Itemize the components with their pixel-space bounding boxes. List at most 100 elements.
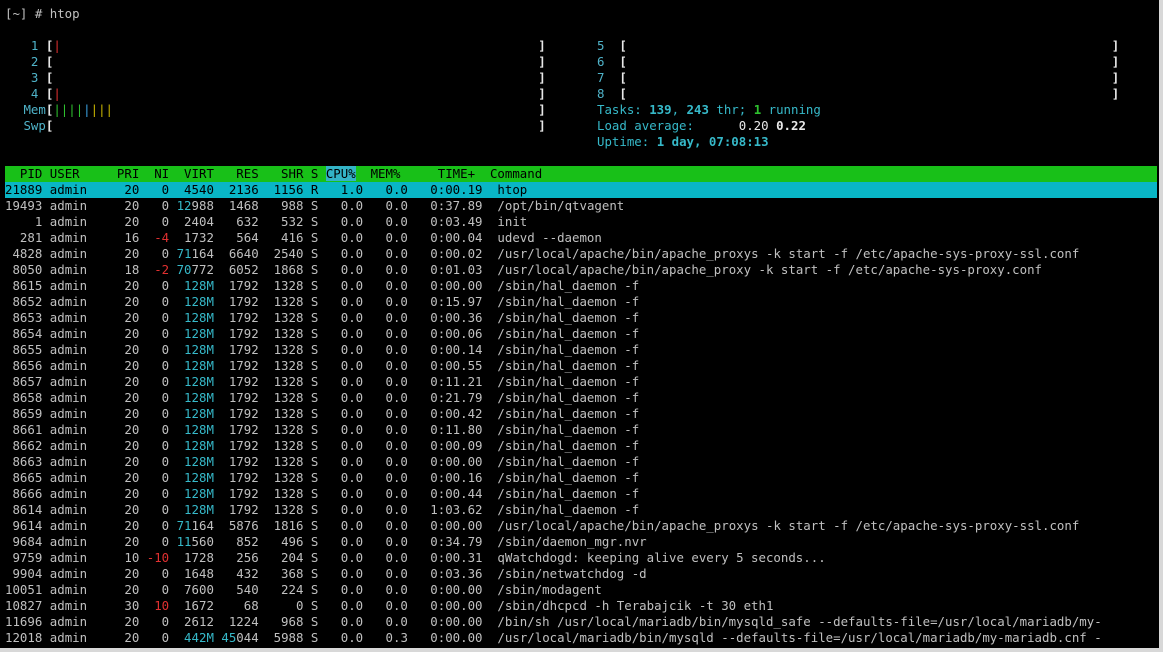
process-row[interactable]: 8657 admin 20 0 128M 1792 1328 S 0.0 0.0…	[5, 374, 1157, 390]
cell-command: /usr/local/mariadb/bin/mysqld --defaults…	[482, 630, 1102, 645]
cell-pri: 20	[109, 294, 140, 309]
cell-virt: 128M	[169, 294, 214, 309]
cell-virt: 128M	[169, 310, 214, 325]
virt-units: 988	[191, 198, 214, 213]
process-row[interactable]: 21889 admin 20 0 4540 2136 1156 R 1.0 0.…	[5, 182, 1157, 198]
process-row[interactable]: 8663 admin 20 0 128M 1792 1328 S 0.0 0.0…	[5, 454, 1157, 470]
process-row[interactable]: 8652 admin 20 0 128M 1792 1328 S 0.0 0.0…	[5, 294, 1157, 310]
column-time[interactable]: TIME+	[400, 166, 475, 181]
cell-cpu: 0.0	[318, 246, 364, 261]
cell-mem: 0.0	[363, 294, 408, 309]
cell-ni: 0	[139, 486, 170, 501]
terminal-window[interactable]: [~] # htop 1 [| ] 2 [ ] 3 [] 4 [|] 5 […	[0, 0, 1163, 652]
process-row[interactable]: 8659 admin 20 0 128M 1792 1328 S 0.0 0.0…	[5, 406, 1157, 422]
process-table-header[interactable]: PID USER PRI NI VIRT RES SHR S CPU% MEM%…	[5, 166, 1157, 182]
meter-bar: |	[53, 38, 61, 53]
process-row[interactable]: 9614 admin 20 0 71164 5876 1816 S 0.0 0.…	[5, 518, 1157, 534]
cell-cpu: 0.0	[318, 486, 364, 501]
process-row[interactable]: 8653 admin 20 0 128M 1792 1328 S 0.0 0.0…	[5, 310, 1157, 326]
column-pid[interactable]: PID	[5, 166, 42, 181]
process-row[interactable]: 8654 admin 20 0 128M 1792 1328 S 0.0 0.0…	[5, 326, 1157, 342]
info-text: 243	[686, 102, 709, 117]
cell-res: 45044	[214, 630, 258, 645]
cell-command: htop	[482, 182, 528, 197]
column-cpu[interactable]: CPU%	[325, 166, 356, 181]
cell-command: /sbin/hal_daemon -f	[482, 470, 640, 485]
process-row[interactable]: 12018 admin 20 0 442M 45044 5988 S 0.0 0…	[5, 630, 1157, 646]
cell-shr: 368	[258, 566, 304, 581]
cell-mem: 0.0	[363, 214, 408, 229]
cell-user: admin	[42, 422, 110, 437]
info-text: Load average:	[597, 118, 702, 133]
cell-ni: -10	[139, 550, 170, 565]
column-s[interactable]: S	[303, 166, 318, 181]
cell-user: admin	[42, 566, 110, 581]
process-row[interactable]: 10051 admin 20 0 7600 540 224 S 0.0 0.0 …	[5, 582, 1157, 598]
res-value: 852	[213, 534, 259, 549]
cpu-meter-8: 8 [ ]	[597, 86, 1119, 102]
cell-pid: 19493	[5, 198, 43, 213]
cell-state: S	[303, 598, 319, 613]
column-ni[interactable]: NI	[139, 166, 169, 181]
cell-mem: 0.0	[363, 406, 408, 421]
column-user[interactable]: USER	[42, 166, 109, 181]
process-row[interactable]: 8614 admin 20 0 128M 1792 1328 S 0.0 0.0…	[5, 502, 1157, 518]
meter-close-bracket: ]	[1111, 86, 1120, 101]
cell-cpu: 0.0	[318, 630, 364, 645]
process-row[interactable]: 10827 admin 30 10 1672 68 0 S 0.0 0.0 0:…	[5, 598, 1157, 614]
cell-ni: 0	[139, 518, 170, 533]
process-row[interactable]: 1 admin 20 0 2404 632 532 S 0.0 0.0 0:03…	[5, 214, 1157, 230]
cell-shr: 1328	[258, 278, 304, 293]
cell-command: udevd --daemon	[482, 230, 602, 245]
meter-close-bracket: ]	[538, 54, 546, 69]
process-row[interactable]: 281 admin 16 -4 1732 564 416 S 0.0 0.0 0…	[5, 230, 1157, 246]
process-row[interactable]: 19493 admin 20 0 12988 1468 988 S 0.0 0.…	[5, 198, 1157, 214]
cell-mem: 0.0	[363, 438, 408, 453]
cell-cpu: 0.0	[318, 518, 364, 533]
column-res[interactable]: RES	[214, 166, 258, 181]
column-pri[interactable]: PRI	[109, 166, 139, 181]
process-row[interactable]: 9904 admin 20 0 1648 432 368 S 0.0 0.0 0…	[5, 566, 1157, 582]
res-value: 6052	[213, 262, 259, 277]
cell-ni: 0	[139, 278, 170, 293]
cell-res: 6640	[214, 246, 259, 261]
cell-shr: 1328	[258, 406, 304, 421]
cell-cpu: 0.0	[318, 502, 364, 517]
cell-pri: 20	[109, 198, 140, 213]
cell-pid: 8050	[5, 262, 43, 277]
cell-command: init	[482, 214, 528, 229]
cell-state: S	[303, 278, 319, 293]
meter-fill	[53, 118, 538, 133]
cell-res: 1792	[214, 422, 259, 437]
cell-res: 1792	[214, 358, 259, 373]
cell-cpu: 0.0	[318, 406, 364, 421]
cell-shr: 1868	[258, 262, 304, 277]
cell-res: 1792	[214, 326, 259, 341]
column-shr[interactable]: SHR	[259, 166, 303, 181]
virt-units: 164	[191, 246, 214, 261]
column-mem[interactable]: MEM%	[356, 166, 401, 181]
process-row[interactable]: 8656 admin 20 0 128M 1792 1328 S 0.0 0.0…	[5, 358, 1157, 374]
process-row[interactable]: 8658 admin 20 0 128M 1792 1328 S 0.0 0.0…	[5, 390, 1157, 406]
virt-value: 442M	[169, 630, 214, 645]
cell-user: admin	[42, 278, 110, 293]
cell-pri: 20	[109, 406, 140, 421]
process-row[interactable]: 9759 admin 10 -10 1728 256 204 S 0.0 0.0…	[5, 550, 1157, 566]
process-row[interactable]: 8050 admin 18 -2 70772 6052 1868 S 0.0 0…	[5, 262, 1157, 278]
process-row[interactable]: 8615 admin 20 0 128M 1792 1328 S 0.0 0.0…	[5, 278, 1157, 294]
process-row[interactable]: 8662 admin 20 0 128M 1792 1328 S 0.0 0.0…	[5, 438, 1157, 454]
column-command[interactable]: Command	[475, 166, 542, 181]
process-row[interactable]: 8666 admin 20 0 128M 1792 1328 S 0.0 0.0…	[5, 486, 1157, 502]
process-row[interactable]: 8655 admin 20 0 128M 1792 1328 S 0.0 0.0…	[5, 342, 1157, 358]
process-row[interactable]: 8665 admin 20 0 128M 1792 1328 S 0.0 0.0…	[5, 470, 1157, 486]
process-row[interactable]: 4828 admin 20 0 71164 6640 2540 S 0.0 0.…	[5, 246, 1157, 262]
process-row[interactable]: 11696 admin 20 0 2612 1224 968 S 0.0 0.0…	[5, 614, 1157, 630]
cell-shr: 1328	[258, 358, 304, 373]
process-row[interactable]: 9684 admin 20 0 11560 852 496 S 0.0 0.0 …	[5, 534, 1157, 550]
process-row[interactable]: 8661 admin 20 0 128M 1792 1328 S 0.0 0.0…	[5, 422, 1157, 438]
cell-ni: 0	[139, 470, 170, 485]
cell-user: admin	[42, 214, 110, 229]
virt-thousands: 12	[169, 198, 192, 213]
column-virt[interactable]: VIRT	[169, 166, 214, 181]
cell-res: 632	[214, 214, 258, 229]
